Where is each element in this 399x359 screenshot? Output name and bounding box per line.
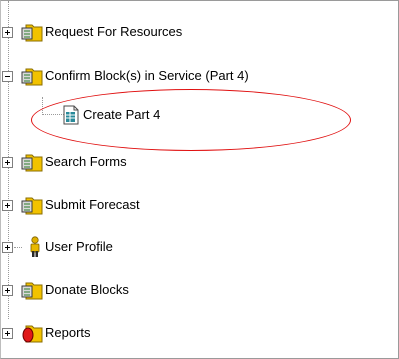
tree-node-label[interactable]: Create Part 4 (83, 106, 160, 124)
folder-form-icon (21, 24, 43, 42)
expand-plus-icon[interactable] (2, 328, 13, 339)
tree-node-label[interactable]: User Profile (45, 238, 113, 256)
user-icon (30, 236, 40, 257)
folder-form-icon (21, 197, 43, 215)
folder-form-icon (21, 282, 43, 300)
tree-node-confirm-blocks[interactable]: Confirm Block(s) in Service (Part 4) (1, 65, 398, 91)
tree-node-request-for-resources[interactable]: Request For Resources (1, 21, 301, 47)
collapse-minus-icon[interactable] (2, 71, 13, 82)
tree-node-label[interactable]: Request For Resources (45, 23, 182, 41)
folder-form-icon (21, 68, 43, 86)
tree-connector-line (42, 97, 43, 115)
tree-node-reports[interactable]: Reports (1, 322, 301, 348)
tree-panel: Request For Resources Confirm Block(s) i… (0, 0, 399, 359)
expand-plus-icon[interactable] (2, 242, 13, 253)
tree-node-label[interactable]: Reports (45, 324, 91, 342)
tree-node-create-part-4[interactable]: Create Part 4 (61, 104, 261, 130)
tree-node-donate-blocks[interactable]: Donate Blocks (1, 279, 301, 305)
tree-node-label[interactable]: Search Forms (45, 153, 127, 171)
document-icon (63, 105, 79, 125)
tree-connector-line (14, 247, 22, 248)
tree-node-user-profile[interactable]: User Profile (1, 236, 301, 262)
tree-node-label[interactable]: Donate Blocks (45, 281, 129, 299)
expand-plus-icon[interactable] (2, 285, 13, 296)
folder-reports-icon (22, 325, 43, 343)
tree-node-submit-forecast[interactable]: Submit Forecast (1, 194, 301, 220)
tree-node-label[interactable]: Submit Forecast (45, 196, 140, 214)
expand-plus-icon[interactable] (2, 27, 13, 38)
tree-node-label[interactable]: Confirm Block(s) in Service (Part 4) (45, 67, 249, 85)
expand-plus-icon[interactable] (2, 200, 13, 211)
tree-node-search-forms[interactable]: Search Forms (1, 151, 301, 177)
folder-form-icon (21, 154, 43, 172)
expand-plus-icon[interactable] (2, 157, 13, 168)
